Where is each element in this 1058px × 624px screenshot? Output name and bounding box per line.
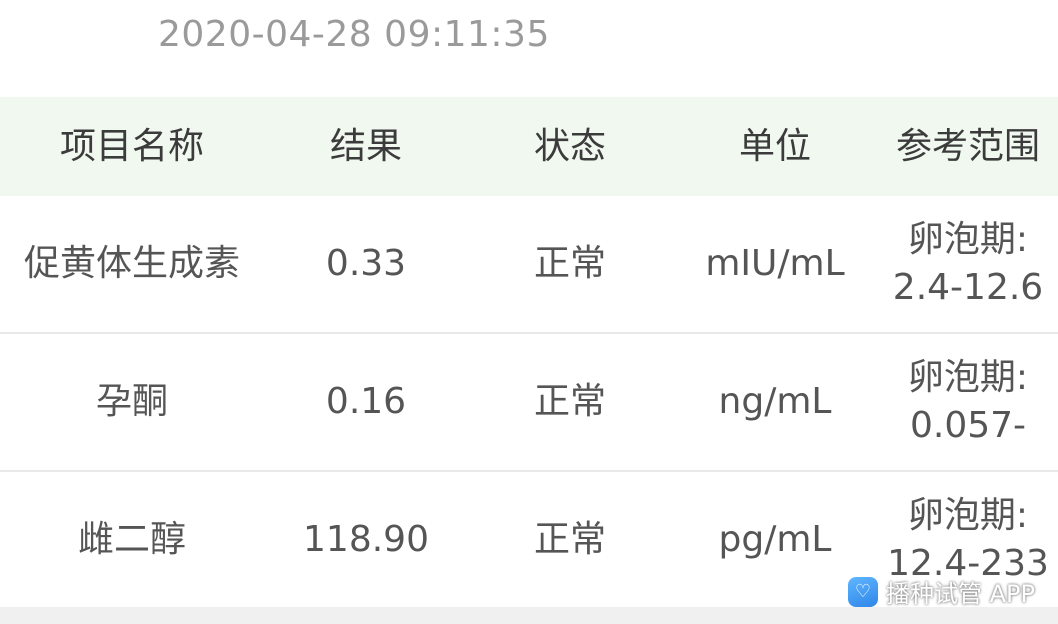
- status-text: 正常: [533, 381, 606, 422]
- reference-range: 卵泡期: 0.057-: [878, 354, 1058, 450]
- header-unit: 单位: [738, 125, 811, 167]
- item-name: 促黄体生成素: [23, 243, 240, 284]
- range-value: 2.4-12.6: [892, 267, 1044, 308]
- status-text: 正常: [533, 243, 606, 284]
- report-page: 2020-04-28 09:11:35 项目名称 结果 状态 单位 参考范围 促…: [0, 0, 1058, 624]
- status-text: 正常: [533, 519, 606, 560]
- table-row[interactable]: 促黄体生成素 0.33 正常 mIU/mL 卵泡期: 2.4-12.6: [0, 196, 1058, 334]
- range-value: 0.057-: [909, 405, 1027, 446]
- unit-text: ng/mL: [718, 381, 832, 422]
- range-label: 卵泡期:: [907, 357, 1029, 398]
- header-result: 结果: [329, 125, 402, 167]
- unit-text: mIU/mL: [705, 243, 845, 284]
- item-name: 雌二醇: [77, 519, 186, 560]
- range-label: 卵泡期:: [907, 219, 1029, 260]
- result-value: 118.90: [303, 519, 429, 560]
- range-label: 卵泡期:: [907, 495, 1029, 536]
- app-logo-icon: ♡: [848, 576, 878, 607]
- report-timestamp: 2020-04-28 09:11:35: [158, 14, 550, 55]
- reference-range: 卵泡期: 2.4-12.6: [878, 216, 1058, 312]
- table-header: 项目名称 结果 状态 单位 参考范围: [0, 97, 1058, 196]
- table-row[interactable]: 孕酮 0.16 正常 ng/mL 卵泡期: 0.057-: [0, 334, 1058, 472]
- unit-text: pg/mL: [718, 519, 832, 560]
- watermark: ♡ 播种试管 APP: [848, 574, 1035, 609]
- watermark-text: 播种试管 APP: [886, 580, 1035, 608]
- header-item-name: 项目名称: [59, 125, 204, 167]
- result-value: 0.33: [325, 243, 407, 284]
- bottom-bar: [0, 607, 1058, 624]
- header-status: 状态: [533, 125, 606, 167]
- header-reference-range: 参考范围: [896, 125, 1041, 167]
- item-name: 孕酮: [95, 381, 168, 422]
- results-table: 项目名称 结果 状态 单位 参考范围 促黄体生成素 0.33 正常 mIU/mL…: [0, 97, 1058, 610]
- result-value: 0.16: [325, 381, 407, 422]
